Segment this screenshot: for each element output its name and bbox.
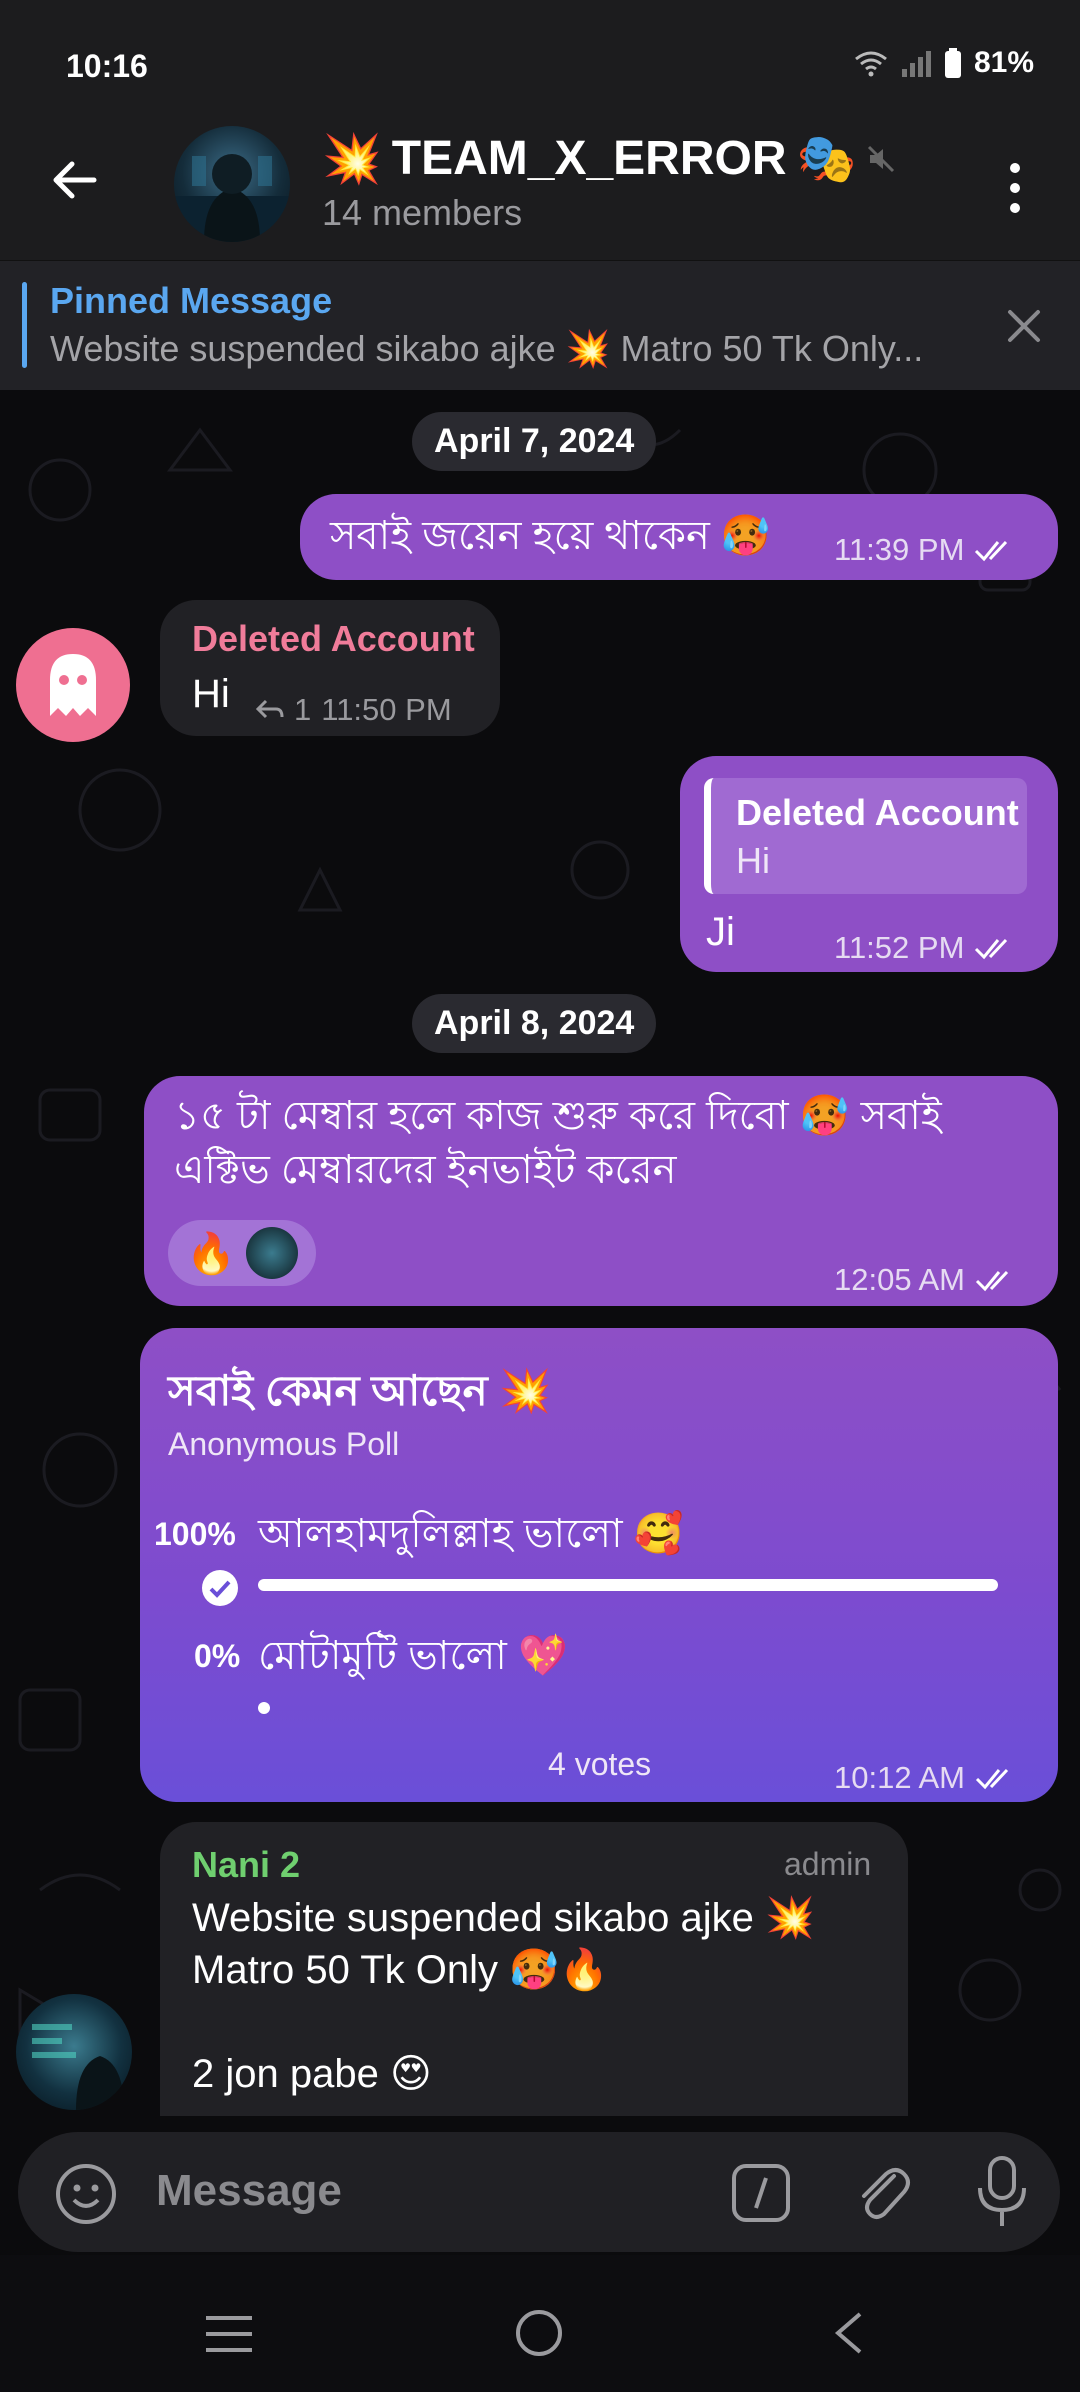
- message-meta: 1 11:50 PM: [254, 692, 452, 728]
- message-meta: 10:12 AM: [834, 1760, 1019, 1796]
- message-text: সবাই জয়েন হয়ে থাকেন 🥵: [330, 514, 771, 558]
- close-icon[interactable]: [1004, 306, 1044, 346]
- pinned-title: Pinned Message: [50, 280, 333, 321]
- group-title[interactable]: 💥 TEAM_X_ERROR 🎭: [322, 130, 896, 187]
- pinned-indicator: [22, 282, 27, 368]
- check-circle-icon: [202, 1570, 238, 1606]
- message-text-line2: Matro 50 Tk Only 🥵🔥: [192, 1948, 609, 1992]
- admin-badge: admin: [784, 1846, 872, 1882]
- nani-avatar[interactable]: [16, 1994, 132, 2110]
- message-text-line3: 2 jon pabe 😍: [192, 2052, 432, 2096]
- poll-option-percent: 100%: [154, 1516, 236, 1552]
- home-icon[interactable]: [514, 2308, 564, 2358]
- quote-text: Hi: [736, 840, 770, 881]
- bot-commands-icon[interactable]: [730, 2162, 792, 2224]
- double-check-icon: [975, 540, 1008, 562]
- wifi-icon: [855, 51, 887, 77]
- reactor-avatar: [245, 1227, 298, 1279]
- message-meta: 12:05 AM: [834, 1262, 1019, 1298]
- attach-icon[interactable]: [850, 2158, 914, 2226]
- back-nav-icon[interactable]: [830, 2310, 866, 2356]
- member-count: 14 members: [322, 192, 523, 233]
- double-check-icon: [975, 938, 1008, 960]
- hacker-image: [32, 2024, 124, 2110]
- message-input[interactable]: Message: [156, 2166, 342, 2216]
- signal-icon: [901, 51, 931, 77]
- message-text: Ji: [706, 910, 735, 954]
- muted-icon: [868, 145, 895, 172]
- group-avatar[interactable]: [174, 126, 290, 242]
- back-arrow-icon[interactable]: [44, 150, 104, 210]
- deleted-account-avatar[interactable]: [16, 628, 130, 742]
- group-name: TEAM_X_ERROR: [391, 132, 787, 185]
- message-text-line1: Website suspended sikabo ajke 💥: [192, 1896, 815, 1940]
- message-text: Hi: [192, 672, 230, 716]
- collision-emoji: 💥: [322, 133, 382, 186]
- double-check-icon: [975, 1270, 1009, 1292]
- status-icons: 81%: [854, 46, 1034, 80]
- message-time: 11:50 PM: [321, 692, 452, 727]
- message-time: 11:52 PM: [834, 930, 965, 965]
- poll-option-bar: [258, 1579, 998, 1591]
- masks-emoji: 🎭: [796, 133, 857, 186]
- poll-option-percent: 0%: [194, 1638, 241, 1674]
- more-options-icon[interactable]: [1000, 160, 1030, 216]
- microphone-icon[interactable]: [974, 2154, 1030, 2230]
- recent-apps-icon[interactable]: [204, 2314, 254, 2354]
- sender-name[interactable]: Nani 2: [192, 1844, 300, 1886]
- poll-question: সবাই কেমন আছেন 💥: [168, 1367, 552, 1414]
- double-check-icon: [975, 1768, 1009, 1790]
- message-text-line2: এক্টিভ মেম্বারদের ইনভাইট করেন: [174, 1148, 677, 1192]
- emoji-icon[interactable]: [54, 2162, 118, 2226]
- message-time: 12:05 AM: [834, 1262, 965, 1297]
- pinned-text: Website suspended sikabo ajke 💥 Matro 50…: [50, 328, 924, 369]
- ghost-icon: [50, 654, 96, 716]
- message-meta: 11:52 PM: [834, 930, 1018, 966]
- poll-votes: 4 votes: [548, 1746, 652, 1782]
- quote-sender: Deleted Account: [736, 792, 1019, 833]
- poll-option-label[interactable]: মোটামুটি ভালো 💖: [258, 1630, 568, 1682]
- message-time: 10:12 AM: [834, 1760, 965, 1795]
- reaction-emoji: 🔥: [186, 1231, 236, 1276]
- message-text-line1: ১৫ টা মেম্বার হলে কাজ শুরু করে দিবো 🥵 সব…: [174, 1094, 942, 1138]
- hacker-image: [174, 154, 290, 242]
- clock: 10:16: [66, 48, 148, 84]
- sender-name[interactable]: Deleted Account: [192, 618, 475, 660]
- reply-icon: [255, 699, 284, 719]
- message-meta: 11:39 PM: [834, 532, 1018, 568]
- date-separator: April 7, 2024: [412, 412, 657, 471]
- battery-icon: [944, 48, 961, 78]
- poll-option-bar: [258, 1702, 270, 1714]
- battery-level: 81%: [973, 46, 1034, 79]
- message-time: 11:39 PM: [834, 532, 965, 567]
- reply-count: 1: [294, 692, 312, 727]
- date-separator: April 8, 2024: [412, 994, 657, 1053]
- poll-type: Anonymous Poll: [168, 1426, 400, 1462]
- poll-option-label[interactable]: আলহামদুলিল্লাহ ভালো 🥰: [258, 1508, 684, 1560]
- reaction-chip[interactable]: 🔥: [168, 1220, 316, 1286]
